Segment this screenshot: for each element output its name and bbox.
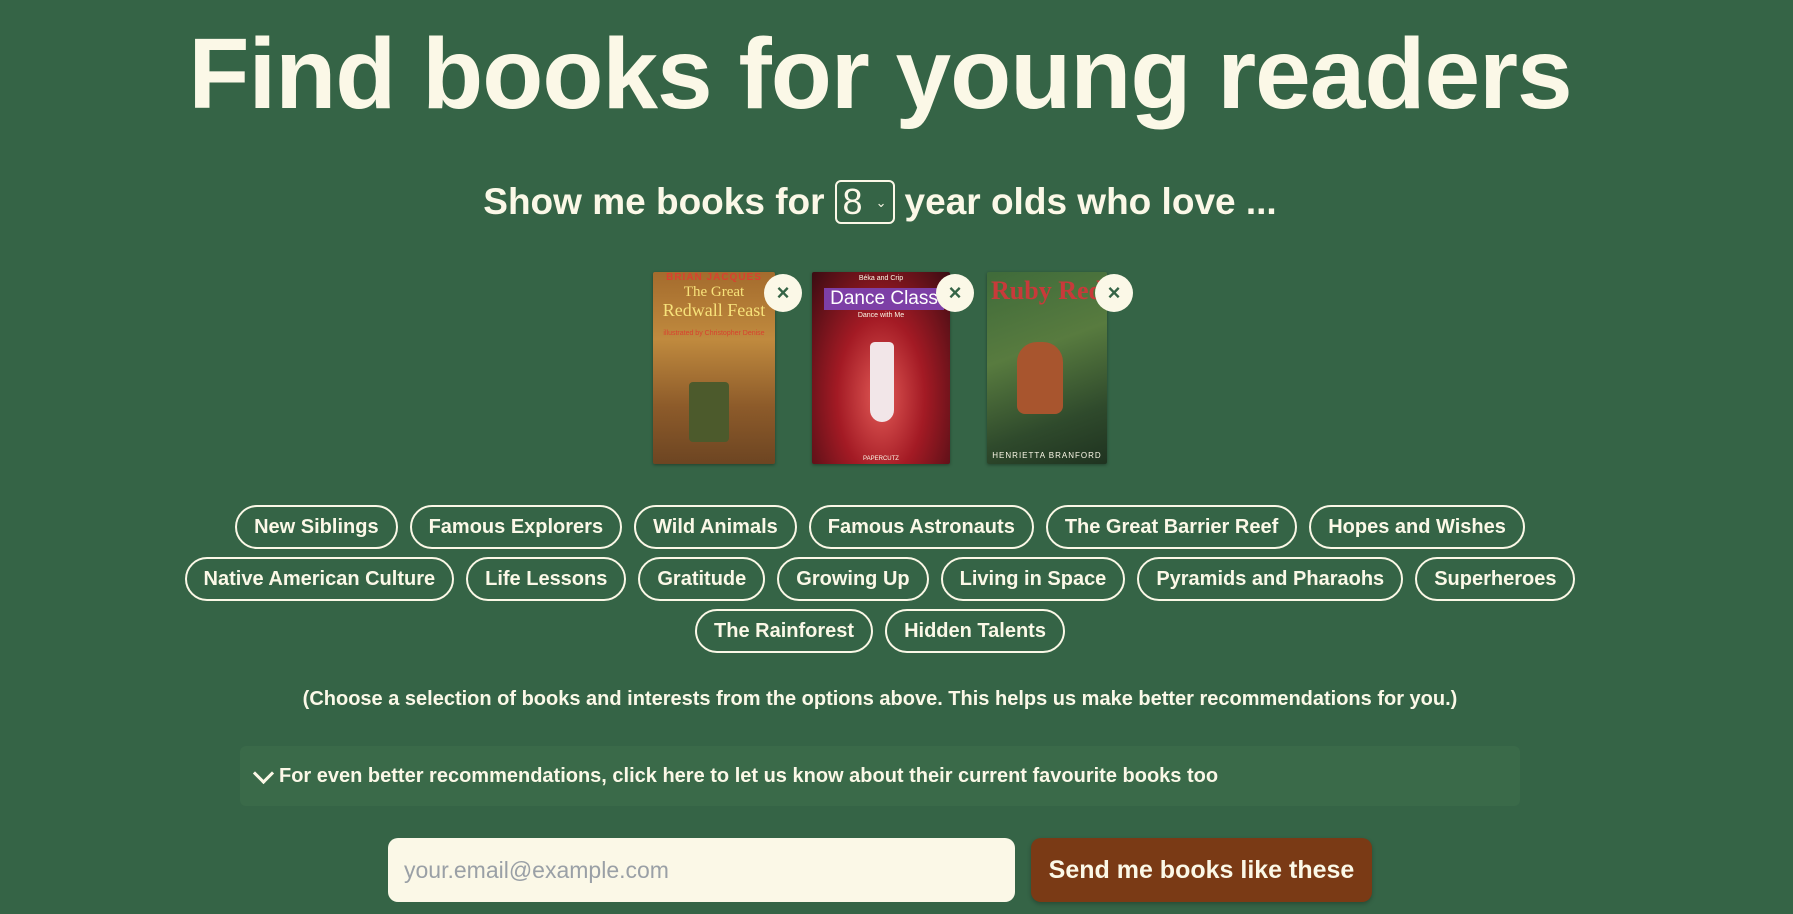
cover-title: Ruby Red [991,276,1103,305]
page-title: Find books for young readers [188,18,1572,130]
send-books-button[interactable]: Send me books like these [1031,838,1372,902]
interest-tag[interactable]: The Rainforest [695,609,874,653]
email-input[interactable] [388,838,1015,902]
remove-book-button[interactable]: × [1095,274,1133,312]
interest-tag[interactable]: Hidden Talents [885,609,1065,653]
book-cover: Béka and Crip Dance Class Dance with Me … [812,272,950,464]
book-cover: BRIAN JACQUES The Great Redwall Feast il… [653,272,775,464]
prompt-after: year olds who love ... [904,181,1277,222]
cover-publisher: PAPERCUTZ [863,456,899,462]
interest-tag[interactable]: Pyramids and Pharaohs [1137,557,1404,601]
close-icon: × [776,280,790,305]
selected-books: BRIAN JACQUES The Great Redwall Feast il… [0,272,1793,464]
interest-tag[interactable]: New Siblings [235,505,398,549]
age-select[interactable]: 8 ⌄ [834,180,895,224]
cover-credit: illustrated by Christopher Denise [663,330,765,337]
cover-author: HENRIETTA BRANFORD [992,451,1102,460]
book-dance-class[interactable]: Béka and Crip Dance Class Dance with Me … [812,272,974,464]
chevron-down-icon: ⌄ [875,195,887,210]
interest-tags: New Siblings Famous Explorers Wild Animals… [0,505,1760,661]
book-ruby-red[interactable]: Ruby Red HENRIETTA BRANFORD × [987,272,1133,464]
chevron-down-icon [252,762,275,784]
interest-tag[interactable]: Gratitude [638,557,766,601]
interest-tag[interactable]: Native American Culture [184,557,455,601]
cover-title-line2: Redwall Feast [662,300,766,320]
tag-row: New Siblings Famous Explorers Wild Animals… [0,505,1760,549]
interest-tag[interactable]: Hopes and Wishes [1309,505,1525,549]
cover-illustration [1017,342,1063,414]
tag-row: Native American Culture Life Lessons Grati… [0,557,1760,601]
cover-title-line1: The Great [683,284,745,300]
book-cover: Ruby Red HENRIETTA BRANFORD [987,272,1107,464]
prompt-before: Show me books for [483,181,825,222]
interest-tag[interactable]: Wild Animals [634,505,797,549]
age-value: 8 [842,181,863,222]
favourite-books-expander[interactable]: For even better recommendations, click h… [240,746,1520,806]
book-redwall-feast[interactable]: BRIAN JACQUES The Great Redwall Feast il… [653,272,802,464]
cover-author: BRIAN JACQUES [666,272,762,283]
close-icon: × [948,280,962,305]
close-icon: × [1107,280,1121,305]
interest-tag[interactable]: Growing Up [777,557,929,601]
cover-title: Dance Class [824,288,944,310]
interest-tag[interactable]: Famous Explorers [409,505,623,549]
cover-illustration [689,382,729,442]
cover-illustration [870,342,894,422]
expander-label: For even better recommendations, click h… [279,764,1219,787]
cover-top-credit: Béka and Crip [858,275,904,282]
tag-row: The Rainforest Hidden Talents [0,609,1760,653]
remove-book-button[interactable]: × [936,274,974,312]
interest-tag[interactable]: Famous Astronauts [808,505,1034,549]
cover-subtitle: Dance with Me [857,312,905,319]
selection-hint: (Choose a selection of books and interes… [302,688,1458,710]
age-prompt: Show me books for 8 ⌄ year olds who love… [0,180,1760,224]
remove-book-button[interactable]: × [764,274,802,312]
interest-tag[interactable]: Superheroes [1415,557,1576,601]
interest-tag[interactable]: Living in Space [940,557,1126,601]
interest-tag[interactable]: Life Lessons [466,557,627,601]
interest-tag[interactable]: The Great Barrier Reef [1045,505,1298,549]
